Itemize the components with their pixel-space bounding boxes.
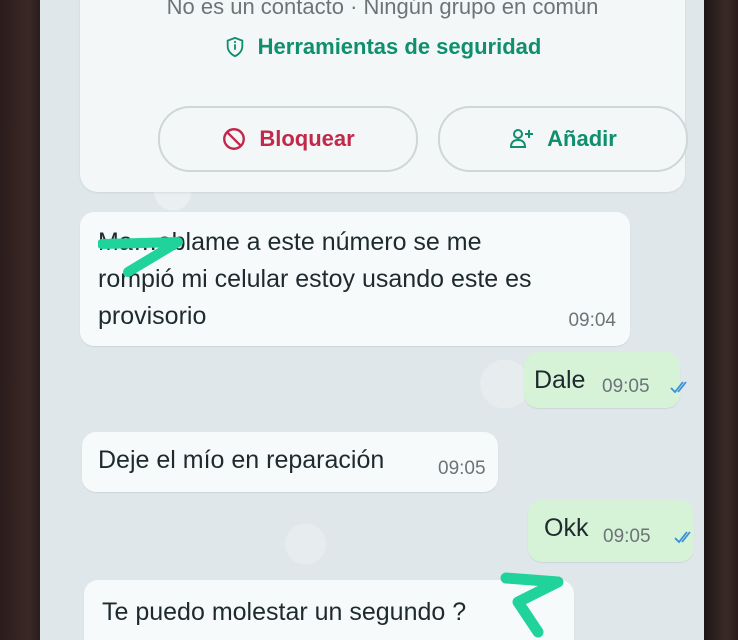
add-contact-button[interactable]: Añadir bbox=[438, 106, 688, 172]
message-time: 09:05 bbox=[602, 376, 650, 397]
block-button[interactable]: Bloquear bbox=[158, 106, 418, 172]
read-receipt-icon bbox=[670, 381, 687, 394]
incoming-message[interactable]: Te puedo molestar un segundo ? bbox=[84, 572, 574, 640]
message-time: 09:05 bbox=[603, 526, 651, 547]
read-receipt-icon bbox=[674, 531, 691, 544]
add-button-label: Añadir bbox=[547, 126, 617, 151]
add-person-icon bbox=[510, 129, 534, 148]
message-text: Te puedo molestar un segundo ? bbox=[102, 598, 467, 626]
incoming-message[interactable]: Deje el mío en reparación 09:05 bbox=[82, 432, 498, 492]
contact-status-text: No es un contacto · Ningún grupo en comú… bbox=[166, 0, 599, 19]
security-tools-link[interactable]: Herramientas de seguridad bbox=[80, 32, 685, 62]
outgoing-message[interactable]: Dale 09:05 bbox=[524, 352, 687, 408]
block-button-label: Bloquear bbox=[259, 126, 355, 151]
chat-screen: No es un contacto · Ningún grupo en comú… bbox=[40, 0, 704, 640]
message-text: Deje el mío en reparación bbox=[98, 446, 385, 474]
incoming-message[interactable]: Ma…ablame a este número se me rompió mi … bbox=[80, 212, 630, 346]
redaction-marker bbox=[500, 572, 564, 638]
message-time: 09:04 bbox=[568, 310, 616, 331]
outgoing-message[interactable]: Okk 09:05 bbox=[528, 500, 694, 562]
block-icon bbox=[223, 128, 246, 150]
message-line: rompió mi celular estoy usando este es bbox=[98, 265, 532, 293]
message-line: Ma…ablame a este número se me bbox=[98, 228, 482, 256]
message-text: Dale bbox=[534, 366, 586, 394]
message-line: provisorio bbox=[98, 302, 207, 330]
contact-info-card: No es un contacto · Ningún grupo en comú… bbox=[80, 0, 688, 192]
message-time: 09:05 bbox=[438, 458, 486, 479]
message-text: Ma…ablame a este número se me rompió mi … bbox=[98, 224, 598, 335]
shield-icon bbox=[226, 36, 243, 58]
security-tools-label: Herramientas de seguridad bbox=[257, 34, 542, 59]
message-text: Okk bbox=[544, 514, 589, 542]
phone-frame-right bbox=[698, 0, 738, 640]
